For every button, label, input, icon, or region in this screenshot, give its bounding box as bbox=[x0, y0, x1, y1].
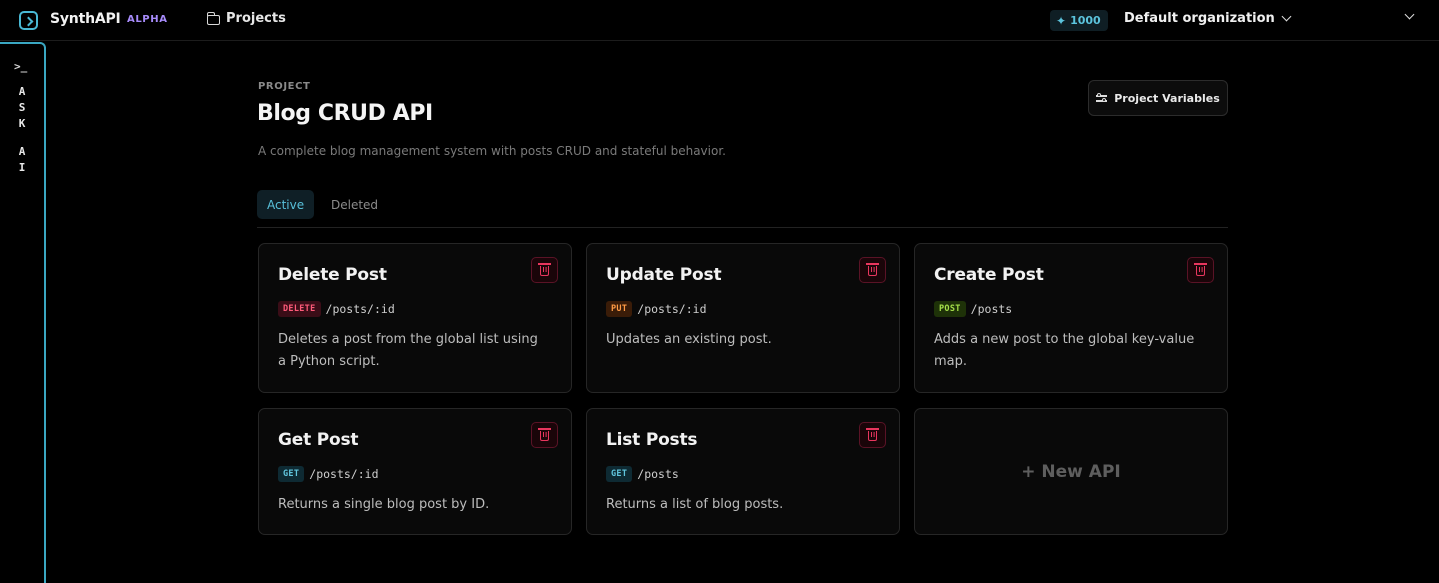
chevron-down-icon bbox=[1281, 11, 1292, 22]
credits-count: 1000 bbox=[1070, 14, 1101, 27]
credits-badge[interactable]: ✦ 1000 bbox=[1050, 10, 1108, 31]
method-badge: POST bbox=[934, 301, 966, 317]
api-name: List Posts bbox=[606, 430, 698, 450]
api-description: Updates an existing post. bbox=[606, 332, 772, 347]
tab-active[interactable]: Active bbox=[257, 190, 315, 219]
trash-icon bbox=[866, 428, 879, 441]
logo-icon[interactable] bbox=[19, 11, 38, 30]
api-route: POST /posts bbox=[934, 301, 1012, 317]
rail-letter: I bbox=[18, 161, 26, 174]
api-path: /posts bbox=[637, 467, 679, 481]
delete-api-button[interactable] bbox=[531, 422, 558, 448]
sparkle-icon: ✦ bbox=[1056, 13, 1067, 28]
rail-letter: S bbox=[18, 101, 26, 114]
projects-link[interactable]: Projects bbox=[206, 11, 286, 26]
projects-label: Projects bbox=[226, 11, 286, 26]
api-description: Returns a single blog post by ID. bbox=[278, 497, 490, 512]
method-badge: PUT bbox=[606, 301, 633, 317]
delete-api-button[interactable] bbox=[859, 422, 886, 448]
trash-icon bbox=[1194, 263, 1207, 276]
api-path: /posts/:id bbox=[637, 302, 707, 316]
api-path: /posts bbox=[970, 302, 1013, 316]
delete-api-button[interactable] bbox=[531, 257, 558, 283]
delete-api-button[interactable] bbox=[1187, 257, 1214, 283]
project-eyebrow: PROJECT bbox=[258, 81, 311, 92]
api-path: /posts/:id bbox=[325, 302, 395, 316]
rail-letter: K bbox=[18, 117, 26, 130]
method-badge: GET bbox=[278, 466, 305, 482]
project-variables-label: Project Variables bbox=[1114, 91, 1220, 105]
api-route: GET /posts/:id bbox=[278, 466, 379, 482]
api-route: PUT /posts/:id bbox=[606, 301, 707, 317]
rail-letter: A bbox=[18, 85, 26, 98]
api-description: Deletes a post from the global list usin… bbox=[278, 332, 538, 369]
delete-api-button[interactable] bbox=[859, 257, 886, 283]
api-card[interactable]: Update Post PUT /posts/:id Updates an ex… bbox=[586, 243, 900, 393]
folder-icon bbox=[206, 11, 220, 25]
ask-ai-label: A S K A I bbox=[0, 84, 44, 176]
terminal-icon: >_ bbox=[14, 60, 28, 73]
page-title: Blog CRUD API bbox=[257, 101, 433, 126]
sliders-icon bbox=[1096, 93, 1108, 103]
new-api-button[interactable]: + New API bbox=[914, 408, 1228, 535]
user-menu-chevron-icon[interactable] bbox=[1404, 9, 1415, 20]
brand-name[interactable]: SynthAPI bbox=[50, 11, 121, 27]
method-badge: DELETE bbox=[278, 301, 321, 317]
api-name: Get Post bbox=[278, 430, 359, 450]
trash-icon bbox=[538, 428, 551, 441]
project-description: A complete blog management system with p… bbox=[258, 144, 726, 158]
rail-letter: A bbox=[18, 145, 26, 158]
api-name: Delete Post bbox=[278, 265, 387, 285]
api-description: Adds a new post to the global key-value … bbox=[934, 332, 1195, 369]
api-card[interactable]: Create Post POST /posts Adds a new post … bbox=[914, 243, 1228, 393]
alpha-badge: ALPHA bbox=[127, 14, 168, 25]
tab-deleted[interactable]: Deleted bbox=[321, 190, 388, 219]
api-path: /posts/:id bbox=[309, 467, 379, 481]
api-name: Update Post bbox=[606, 265, 722, 285]
trash-icon bbox=[538, 263, 551, 276]
organization-name: Default organization bbox=[1124, 11, 1275, 26]
trash-icon bbox=[866, 263, 879, 276]
api-card[interactable]: Delete Post DELETE /posts/:id Deletes a … bbox=[258, 243, 572, 393]
api-card[interactable]: Get Post GET /posts/:id Returns a single… bbox=[258, 408, 572, 535]
api-route: GET /posts bbox=[606, 466, 679, 482]
tab-bar: Active Deleted bbox=[257, 190, 1228, 228]
api-route: DELETE /posts/:id bbox=[278, 301, 395, 317]
api-card[interactable]: List Posts GET /posts Returns a list of … bbox=[586, 408, 900, 535]
top-bar: SynthAPI ALPHA Projects ✦ 1000 Default o… bbox=[0, 0, 1439, 41]
method-badge: GET bbox=[606, 466, 633, 482]
api-name: Create Post bbox=[934, 265, 1044, 285]
organization-selector[interactable]: Default organization bbox=[1124, 11, 1292, 26]
api-description: Returns a list of blog posts. bbox=[606, 497, 784, 512]
project-variables-button[interactable]: Project Variables bbox=[1088, 80, 1228, 116]
ask-ai-panel[interactable]: >_ A S K A I bbox=[0, 42, 46, 583]
